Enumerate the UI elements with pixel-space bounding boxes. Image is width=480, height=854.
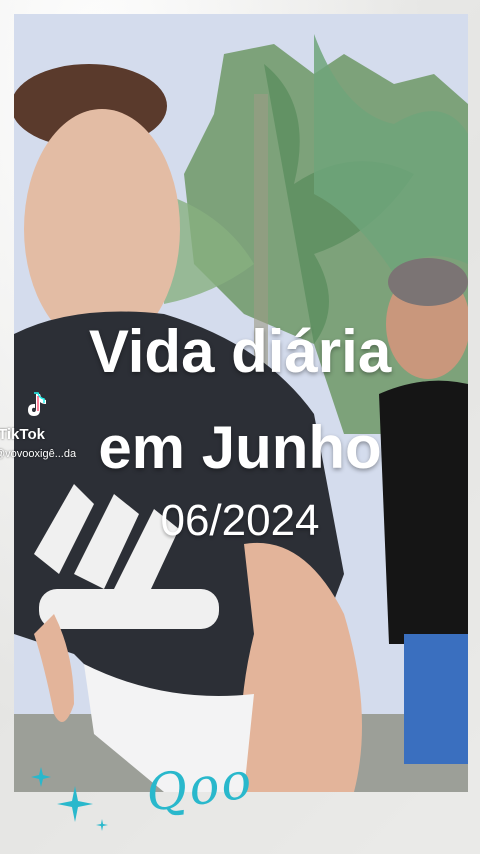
sparkle-icon (57, 786, 93, 822)
overlay-title-line2: em Junho (98, 414, 382, 481)
overlay-date: 06/2024 (160, 496, 320, 545)
signature: Qoo (110, 740, 256, 840)
tiktok-logo-icon (28, 392, 46, 416)
signature-text: Qoo (142, 750, 257, 824)
sparkle-icon (96, 819, 108, 831)
overlay-title-line1: Vida diária (88, 318, 392, 385)
sparkle-icon (31, 767, 51, 787)
